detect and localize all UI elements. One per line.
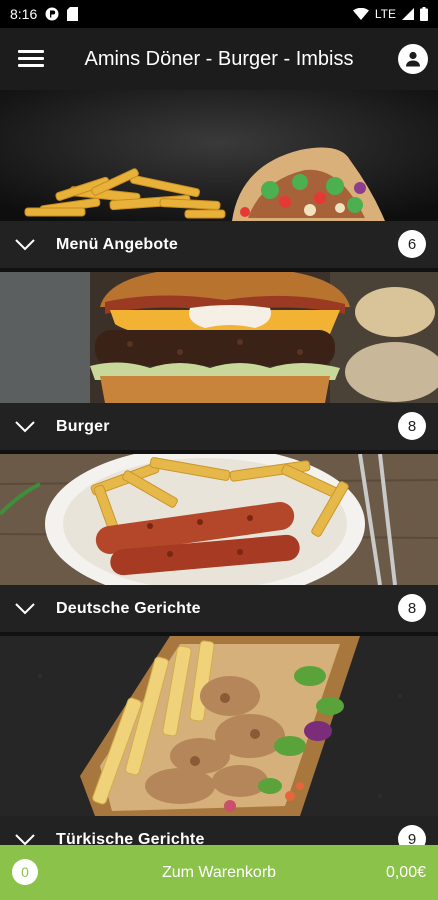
category-header-turkische-gerichte[interactable]: Türkische Gerichte 9 bbox=[0, 816, 438, 845]
doner-with-fries-photo bbox=[0, 90, 438, 221]
chevron-down-icon bbox=[15, 834, 35, 845]
wifi-icon bbox=[352, 8, 369, 20]
cart-button[interactable]: 0 Zum Warenkorb 0,00€ bbox=[0, 845, 438, 900]
category-burger: Burger 8 bbox=[0, 272, 438, 450]
category-label: Burger bbox=[56, 417, 110, 435]
chevron-down-icon bbox=[15, 239, 35, 251]
category-header-deutsche-gerichte[interactable]: Deutsche Gerichte 8 bbox=[0, 585, 438, 632]
category-label: Türkische Gerichte bbox=[56, 830, 205, 846]
cart-label: Zum Warenkorb bbox=[161, 863, 277, 881]
category-deutsche-gerichte: Deutsche Gerichte 8 bbox=[0, 454, 438, 632]
signal-icon bbox=[402, 8, 414, 20]
item-count-badge: 6 bbox=[398, 230, 426, 258]
chevron-down-icon bbox=[15, 603, 35, 615]
notification-app-icon bbox=[45, 7, 59, 21]
app-title: Amins Döner - Burger - Imbiss bbox=[84, 47, 354, 70]
category-turkische-gerichte: Türkische Gerichte 9 bbox=[0, 636, 438, 845]
category-label: Menü Angebote bbox=[56, 235, 178, 253]
category-header-burger[interactable]: Burger 8 bbox=[0, 403, 438, 450]
status-time: 8:16 bbox=[10, 6, 38, 22]
item-count-badge: 9 bbox=[398, 825, 426, 845]
battery-icon bbox=[420, 7, 428, 21]
chevron-down-icon bbox=[15, 421, 35, 433]
doner-box-photo bbox=[0, 636, 438, 816]
hamburger-menu-icon[interactable] bbox=[18, 46, 44, 72]
item-count-badge: 8 bbox=[398, 594, 426, 622]
status-bar: 8:16 LTE bbox=[0, 0, 438, 28]
network-type: LTE bbox=[374, 7, 396, 21]
cart-total: 0,00€ bbox=[385, 863, 426, 881]
sd-card-icon bbox=[67, 7, 79, 21]
item-count-badge: 8 bbox=[398, 412, 426, 440]
cheeseburger-photo bbox=[0, 272, 438, 403]
category-menu-angebote: Menü Angebote 6 bbox=[0, 90, 438, 268]
app-bar: Amins Döner - Burger - Imbiss bbox=[0, 28, 438, 90]
category-header-menu-angebote[interactable]: Menü Angebote 6 bbox=[0, 221, 438, 268]
account-icon[interactable] bbox=[398, 44, 428, 74]
currywurst-with-fries-photo bbox=[0, 454, 438, 585]
category-label: Deutsche Gerichte bbox=[56, 599, 201, 617]
